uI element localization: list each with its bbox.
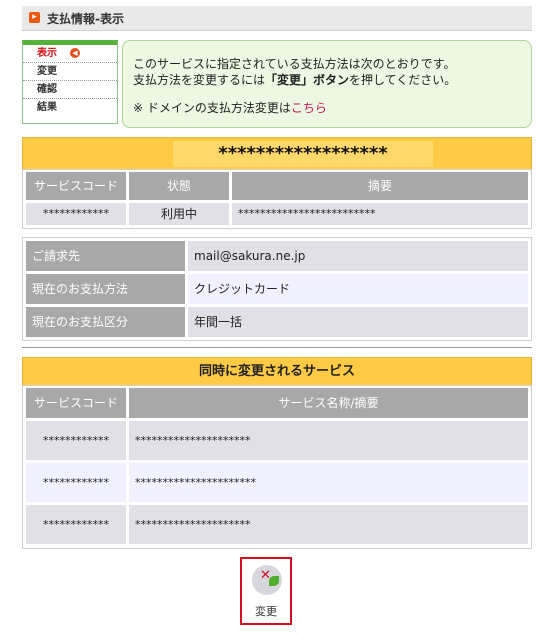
service-table: サービスコード 状態 摘要 ************ 利用中 *********… — [22, 169, 532, 229]
billing-value-cycle: 年間一括 — [188, 307, 528, 337]
service-summary-value: ************************* — [232, 203, 528, 225]
info-line-2-pre: 支払方法を変更するには — [133, 73, 266, 87]
step-indicator: 表示 ◀ 変更 確認 結果 — [22, 40, 118, 124]
related-table: サービスコード サービス名称/摘要 ************ *********… — [22, 385, 532, 549]
related-row-1-code: ************ — [26, 421, 126, 460]
related-col-header-code: サービスコード — [26, 388, 126, 418]
step-display-label: 表示 — [37, 48, 57, 59]
service-status-value: 利用中 — [129, 203, 229, 225]
info-box: このサービスに指定されている支払方法は次のとおりです。 支払方法を変更するには「… — [122, 40, 532, 128]
step-result-label: 結果 — [37, 102, 57, 113]
info-line-2-post: を押してください。 — [349, 73, 457, 87]
change-button[interactable]: ✕ 変更 — [240, 557, 292, 625]
step-change: 変更 — [23, 63, 117, 81]
info-line-3-pre: ※ ドメインの支払方法変更は — [133, 101, 291, 115]
page-title: 支払情報-表示 — [47, 12, 124, 26]
page-header: ▸ 支払情報-表示 — [22, 6, 532, 31]
change-button-label: 変更 — [255, 605, 277, 618]
step-confirm-label: 確認 — [37, 84, 57, 95]
service-title-band: ****************** — [22, 137, 532, 171]
related-row-1-name: ********************* — [129, 421, 528, 460]
service-title: ****************** — [173, 141, 433, 167]
billing-label-cycle: 現在のお支払区分 — [26, 307, 185, 337]
header-bullet-icon: ▸ — [29, 12, 40, 23]
related-title: 同時に変更されるサービス — [198, 364, 355, 379]
info-line-3: ※ ドメインの支払方法変更はこちら — [133, 99, 327, 116]
step-display: 表示 ◀ — [23, 45, 117, 63]
related-title-band: 同時に変更されるサービス — [22, 357, 532, 387]
step-result: 結果 — [23, 99, 117, 116]
billing-value-method: クレジットカード — [188, 274, 528, 304]
divider — [22, 347, 532, 348]
related-row-2-name: ********************** — [129, 463, 528, 502]
related-row-2-code: ************ — [26, 463, 126, 502]
info-line-2: 支払方法を変更するには「変更」ボタンを押してください。 — [133, 71, 456, 88]
info-change-button-ref: 「変更」ボタン — [265, 73, 350, 87]
col-header-service-code: サービスコード — [26, 172, 126, 200]
related-row-3-code: ************ — [26, 505, 126, 544]
billing-value-recipient: mail@sakura.ne.jp — [188, 241, 528, 271]
col-header-status: 状態 — [129, 172, 229, 200]
step-change-label: 変更 — [37, 66, 57, 77]
current-step-arrow-icon: ◀ — [70, 48, 80, 58]
related-col-header-name: サービス名称/摘要 — [129, 388, 528, 418]
service-code-value: ************ — [26, 203, 126, 225]
domain-payment-link[interactable]: こちら — [291, 101, 327, 115]
edit-document-icon: ✕ — [252, 565, 282, 595]
related-row-3-name: ********************* — [129, 505, 528, 544]
billing-table: ご請求先 mail@sakura.ne.jp 現在のお支払方法 クレジットカード… — [22, 237, 532, 341]
billing-label-method: 現在のお支払方法 — [26, 274, 185, 304]
billing-label-recipient: ご請求先 — [26, 241, 185, 271]
info-line-1: このサービスに指定されている支払方法は次のとおりです。 — [133, 57, 456, 71]
col-header-summary: 摘要 — [232, 172, 528, 200]
step-confirm: 確認 — [23, 81, 117, 99]
